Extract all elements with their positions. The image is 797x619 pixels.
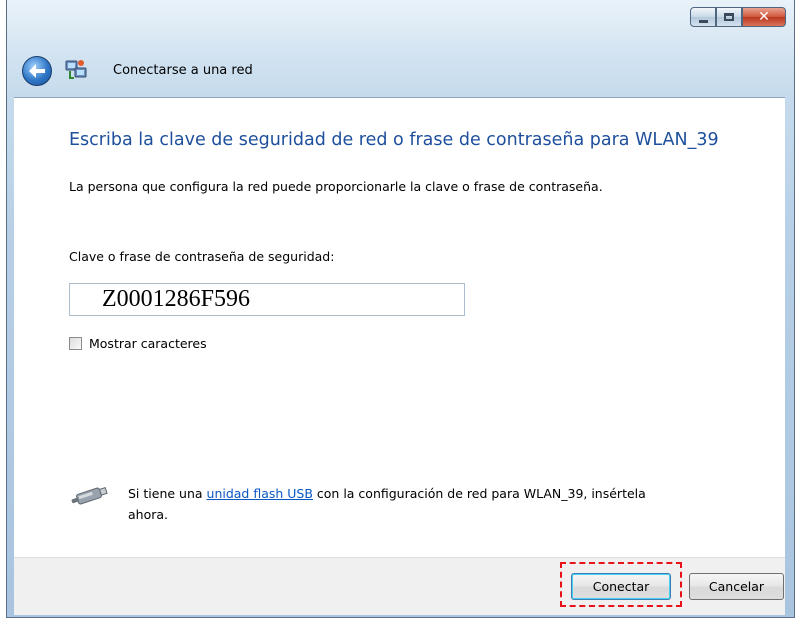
caption-buttons: ✕ [690,7,786,29]
network-connection-icon [65,60,87,79]
usb-instruction: Si tiene una unidad flash USB con la con… [128,483,658,525]
minimize-button[interactable] [690,7,716,27]
usb-flash-link[interactable]: unidad flash USB [207,486,313,501]
back-arrow-icon [29,64,45,78]
page-heading: Escriba la clave de seguridad de red o f… [69,130,719,150]
usb-flash-drive-icon [71,486,108,505]
usb-text-prefix: Si tiene una [128,486,207,501]
connect-highlight-box [560,562,682,607]
show-characters-checkbox[interactable] [69,337,82,350]
cancel-button[interactable]: Cancelar [689,573,784,600]
maximize-button[interactable] [716,7,742,27]
content-panel: Escriba la clave de seguridad de red o f… [14,97,785,557]
show-characters-label[interactable]: Mostrar caracteres [89,336,207,351]
security-key-input[interactable]: Z0001286F596 [69,283,465,316]
close-button[interactable]: ✕ [742,7,786,27]
window-title: Conectarse a una red [113,63,253,78]
minimize-icon [698,19,708,23]
close-icon: ✕ [758,9,770,25]
back-button[interactable] [22,56,52,86]
security-key-label: Clave o frase de contraseña de seguridad… [69,249,335,264]
show-characters-option[interactable]: Mostrar caracteres [69,336,207,351]
title-bar [7,0,794,96]
maximize-icon [724,13,734,21]
description-text: La persona que configura la red puede pr… [69,179,603,194]
